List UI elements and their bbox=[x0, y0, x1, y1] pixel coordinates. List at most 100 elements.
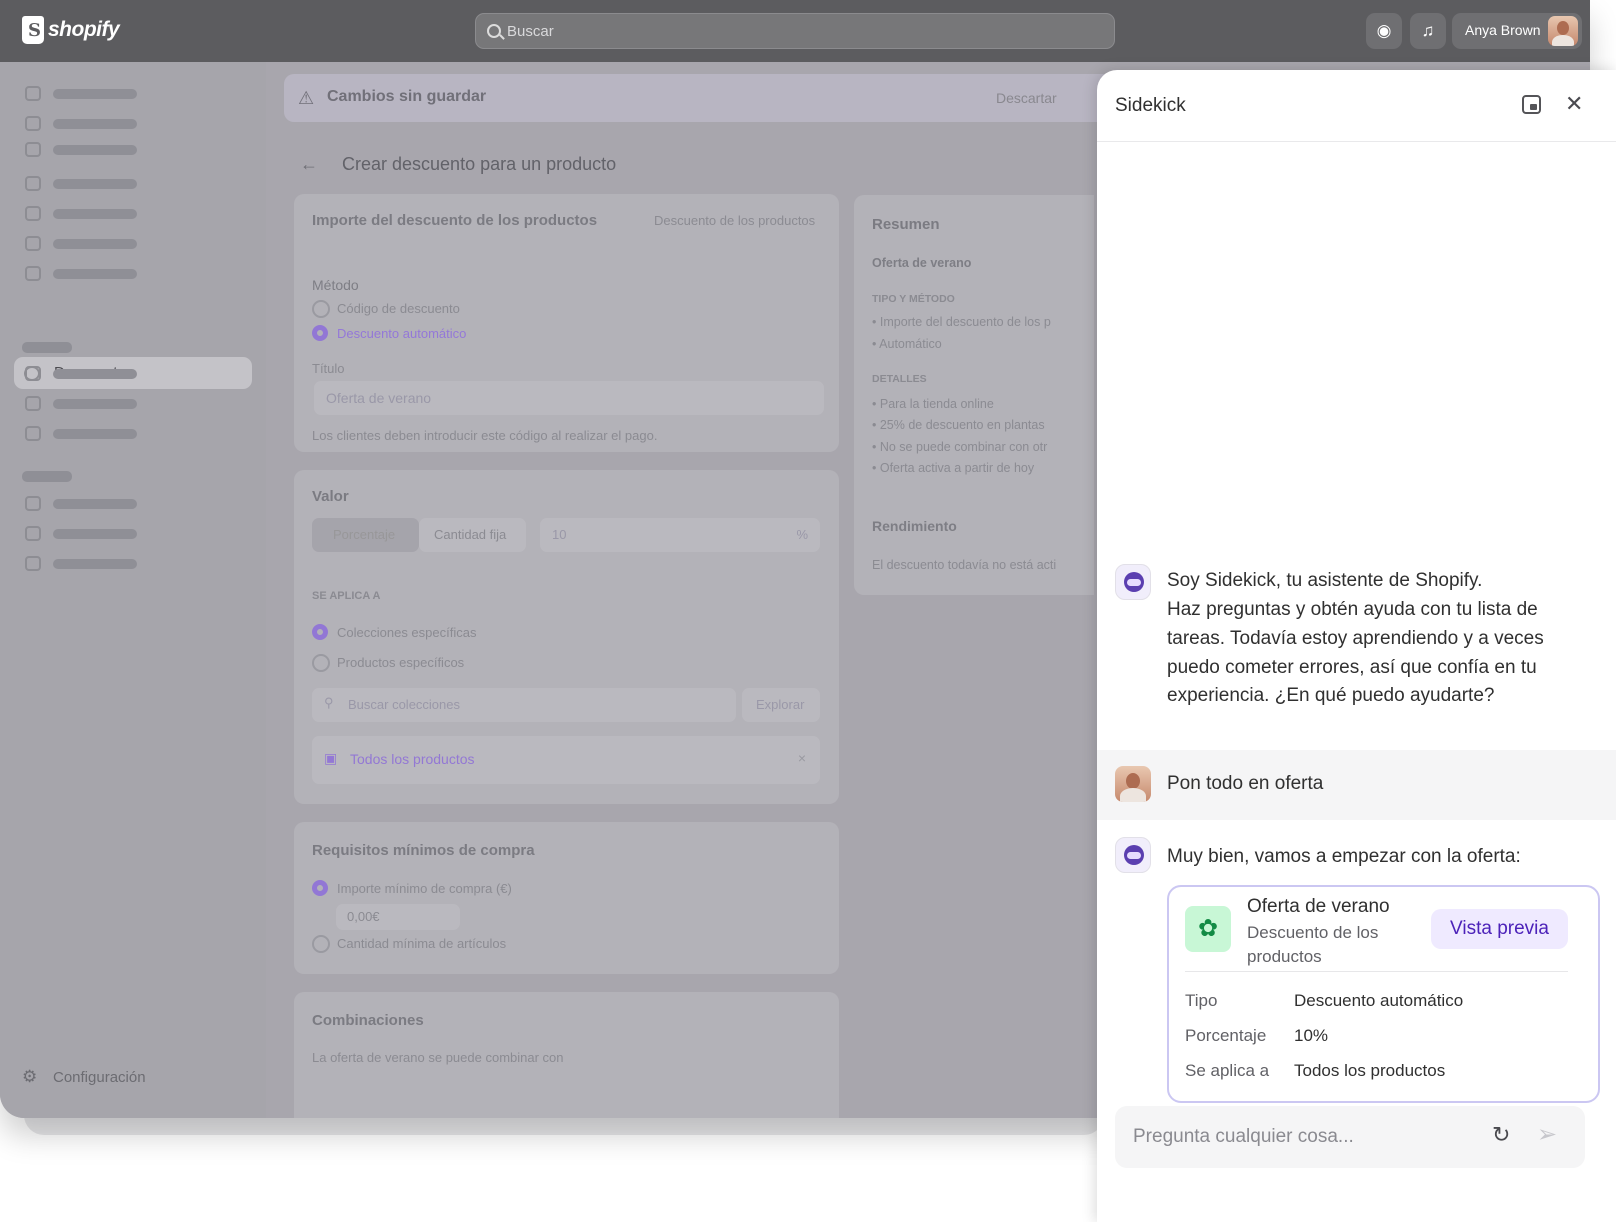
app-icon bbox=[25, 426, 41, 441]
card-title: Valor bbox=[312, 488, 349, 505]
collections-search-input[interactable]: ⚲ Buscar colecciones bbox=[312, 688, 736, 722]
combinations-text: La oferta de verano se puede combinar co… bbox=[312, 1050, 564, 1065]
user-name: Anya Brown bbox=[1465, 22, 1541, 38]
sidebar-item-app-3[interactable] bbox=[22, 417, 252, 449]
sidebar-item-analytics[interactable] bbox=[22, 227, 252, 259]
placeholder-bar bbox=[53, 145, 137, 155]
discard-button[interactable]: Descartar bbox=[996, 90, 1057, 106]
intro-line: Haz preguntas y obtén ayuda con tu lista… bbox=[1167, 599, 1538, 620]
offer-row: Se aplica a Todos los productos bbox=[1185, 1061, 1445, 1081]
picture-in-picture-icon[interactable] bbox=[1522, 95, 1541, 114]
user-menu[interactable]: Anya Brown bbox=[1452, 13, 1582, 49]
summary-bullet: • Automático bbox=[872, 337, 942, 351]
search-placeholder: Buscar bbox=[507, 23, 554, 40]
row-value: Descuento automático bbox=[1294, 991, 1464, 1010]
card-title: Importe del descuento de los productos bbox=[312, 212, 598, 229]
summary-bullet: • Importe del descuento de los p bbox=[872, 315, 1051, 329]
sidebar-item-products[interactable] bbox=[22, 133, 252, 165]
method-label: Método bbox=[312, 277, 359, 293]
products-radio[interactable]: Productos específicos bbox=[312, 654, 464, 672]
browse-button[interactable]: Explorar bbox=[742, 688, 820, 722]
offer-row: Porcentaje 10% bbox=[1185, 1026, 1328, 1046]
min-amount-input[interactable]: 0,00€ bbox=[336, 904, 460, 930]
global-search[interactable]: Buscar bbox=[475, 13, 1115, 49]
percentage-toggle[interactable]: Porcentaje bbox=[312, 518, 419, 552]
tag-icon bbox=[25, 142, 41, 157]
refresh-icon[interactable]: ↻ bbox=[1492, 1122, 1510, 1148]
unsaved-title: Cambios sin guardar bbox=[327, 88, 487, 105]
sidebar: Descuentos bbox=[0, 62, 266, 1118]
shopify-logo[interactable]: shopify bbox=[22, 16, 120, 44]
min-amount-radio[interactable]: Importe mínimo de compra (€) bbox=[312, 880, 512, 896]
close-icon[interactable]: ✕ bbox=[1565, 91, 1583, 117]
intro-line: experiencia. ¿En qué puedo ayudarte? bbox=[1167, 685, 1495, 706]
bell-icon[interactable]: ♫ bbox=[1410, 13, 1446, 49]
sidekick-avatar-icon bbox=[1115, 837, 1151, 873]
page-title: Crear descuento para un producto bbox=[342, 154, 617, 174]
message-input[interactable] bbox=[1115, 1106, 1475, 1168]
card-title: Requisitos mínimos de compra bbox=[312, 842, 535, 859]
fixed-amount-toggle[interactable]: Cantidad fija bbox=[419, 518, 526, 552]
intro-line: puedo cometer errores, así que confía en… bbox=[1167, 657, 1537, 678]
method-auto-radio[interactable]: Descuento automático bbox=[312, 325, 466, 341]
all-products-label: Todos los productos bbox=[350, 751, 475, 767]
back-arrow-icon[interactable]: ← bbox=[300, 154, 318, 174]
sidekick-panel: Sidekick ✕ Soy Sidekick, tu asistente de… bbox=[1097, 70, 1616, 1222]
value-input[interactable]: 10% bbox=[540, 518, 820, 552]
sidebar-item-channel-1[interactable] bbox=[22, 487, 252, 519]
channel-icon bbox=[25, 496, 41, 511]
row-key: Se aplica a bbox=[1185, 1061, 1270, 1080]
preview-button[interactable]: Vista previa bbox=[1431, 909, 1568, 949]
sidebar-item-home[interactable] bbox=[22, 77, 252, 109]
placeholder-bar bbox=[53, 369, 137, 379]
image-icon: ▣ bbox=[324, 750, 338, 766]
type-method-label: TIPO Y MÉTODO bbox=[872, 293, 955, 305]
sidebar-item-channel-3[interactable] bbox=[22, 547, 252, 579]
placeholder-bar bbox=[53, 239, 137, 249]
sidebar-settings[interactable]: Configuración bbox=[22, 1067, 146, 1087]
sidebar-item-marketing[interactable] bbox=[22, 257, 252, 289]
send-icon[interactable]: ➢ bbox=[1537, 1120, 1557, 1149]
title-help: Los clientes deben introducir este códig… bbox=[312, 428, 658, 443]
intro-line: tareas. Todavía estoy aprendiendo y a ve… bbox=[1167, 628, 1544, 649]
title-input[interactable]: Oferta de verano bbox=[314, 381, 824, 415]
bullet-text: Importe del descuento de los p bbox=[879, 315, 1051, 329]
sidekick-icon-button[interactable]: ◉ bbox=[1366, 13, 1402, 49]
sidekick-title: Sidekick bbox=[1115, 95, 1186, 116]
placeholder-bar bbox=[53, 179, 137, 189]
placeholder-bar bbox=[53, 209, 137, 219]
discount-amount-card: Importe del descuento de los productos D… bbox=[294, 194, 839, 452]
placeholder-bar bbox=[53, 529, 137, 539]
sidebar-item-app-1[interactable] bbox=[22, 357, 252, 389]
close-icon[interactable]: × bbox=[798, 750, 806, 766]
sidekick-header: Sidekick ✕ bbox=[1097, 70, 1616, 142]
min-qty-radio[interactable]: Cantidad mínima de artículos bbox=[312, 935, 506, 953]
collections-search-placeholder: Buscar colecciones bbox=[348, 697, 460, 712]
user-message: Pon todo en oferta bbox=[1097, 750, 1616, 820]
row-value: Todos los productos bbox=[1294, 1061, 1446, 1080]
app-icon bbox=[25, 366, 41, 381]
offer-row: Tipo Descuento automático bbox=[1185, 991, 1463, 1011]
method-code-radio[interactable]: Código de descuento bbox=[312, 300, 460, 318]
page-header: ← Crear descuento para un producto bbox=[300, 154, 616, 175]
bullet-text: Oferta activa a partir de hoy bbox=[879, 461, 1035, 475]
chart-icon bbox=[25, 236, 41, 251]
sidebar-item-channel-2[interactable] bbox=[22, 517, 252, 549]
section-placeholder bbox=[22, 471, 72, 482]
title-label: Título bbox=[312, 361, 345, 376]
placeholder-bar bbox=[53, 429, 137, 439]
combinations-card: Combinaciones La oferta de verano se pue… bbox=[294, 992, 839, 1118]
summary-bullet: • 25% de descuento en plantas bbox=[872, 418, 1045, 432]
value-text: 10 bbox=[552, 527, 567, 542]
sidekick-avatar-icon bbox=[1115, 564, 1151, 600]
sidebar-item-app-2[interactable] bbox=[22, 387, 252, 419]
sidebar-item-customers[interactable] bbox=[22, 167, 252, 199]
home-icon bbox=[25, 86, 41, 101]
collections-radio[interactable]: Colecciones específicas bbox=[312, 624, 476, 640]
channel-icon bbox=[25, 556, 41, 571]
sidebar-item-finance[interactable] bbox=[22, 197, 252, 229]
warning-icon: ⚠ bbox=[298, 88, 315, 108]
section-placeholder bbox=[22, 342, 72, 353]
intro-line: Soy Sidekick, tu asistente de Shopify. bbox=[1167, 570, 1483, 591]
placeholder-bar bbox=[53, 559, 137, 569]
